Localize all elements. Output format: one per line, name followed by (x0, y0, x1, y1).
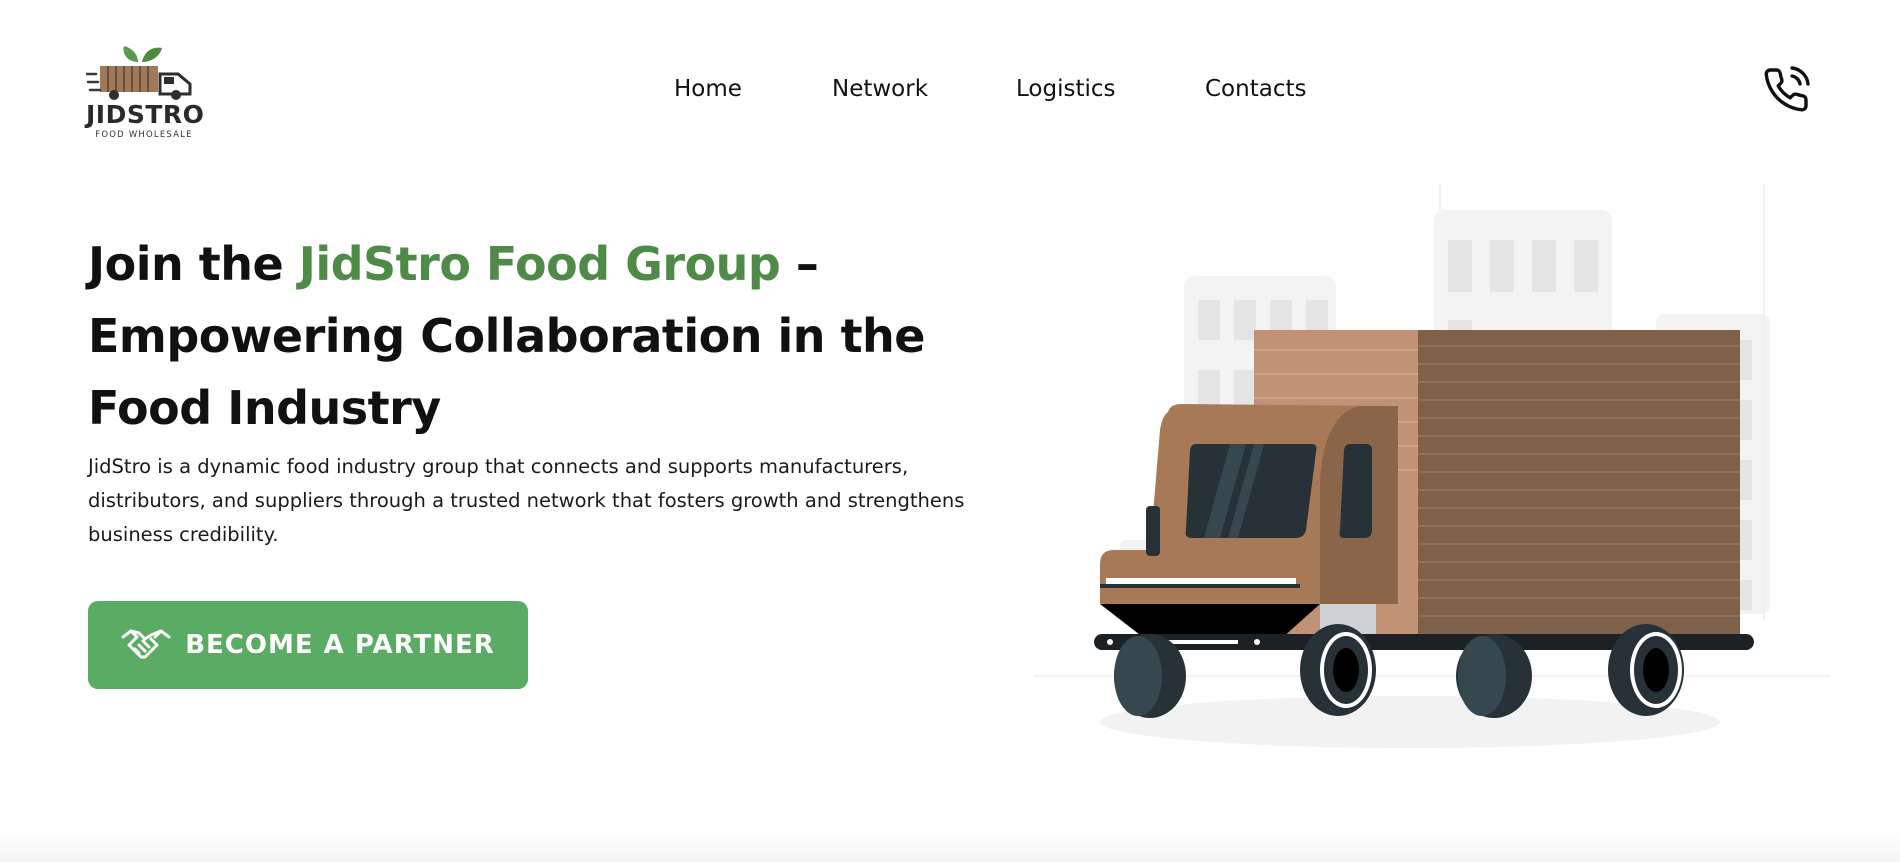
nav-item-home[interactable]: Home (674, 76, 742, 102)
become-partner-label: Become a Partner (185, 630, 495, 660)
brand-logo[interactable]: JIDSTRO FOOD WHOLESALE (86, 44, 206, 144)
truck-logo-icon (86, 46, 192, 100)
nav-item-logistics[interactable]: Logistics (1016, 76, 1116, 102)
truck-illustration (1020, 180, 1850, 760)
hero-title-accent: JidStro Food Group (298, 237, 781, 291)
brand-tagline: FOOD WHOLESALE (95, 130, 193, 140)
brand-name: JIDSTRO (86, 100, 205, 129)
hero-title-part1: Join the (88, 237, 299, 291)
nav-item-network[interactable]: Network (832, 76, 928, 102)
phone-call-icon (1764, 66, 1810, 112)
phone-button[interactable] (1762, 66, 1810, 114)
hero-title: Join the JidStro Food Group – Empowering… (88, 228, 988, 444)
become-partner-button[interactable]: Become a Partner (88, 601, 528, 689)
section-divider (0, 832, 1900, 862)
nav-item-contacts[interactable]: Contacts (1205, 76, 1306, 102)
site-header: JIDSTRO FOOD WHOLESALE Home Network Logi… (0, 0, 1900, 180)
delivery-truck-image (1034, 184, 1830, 748)
hero-description: JidStro is a dynamic food industry group… (88, 455, 965, 546)
handshake-icon (121, 629, 171, 659)
